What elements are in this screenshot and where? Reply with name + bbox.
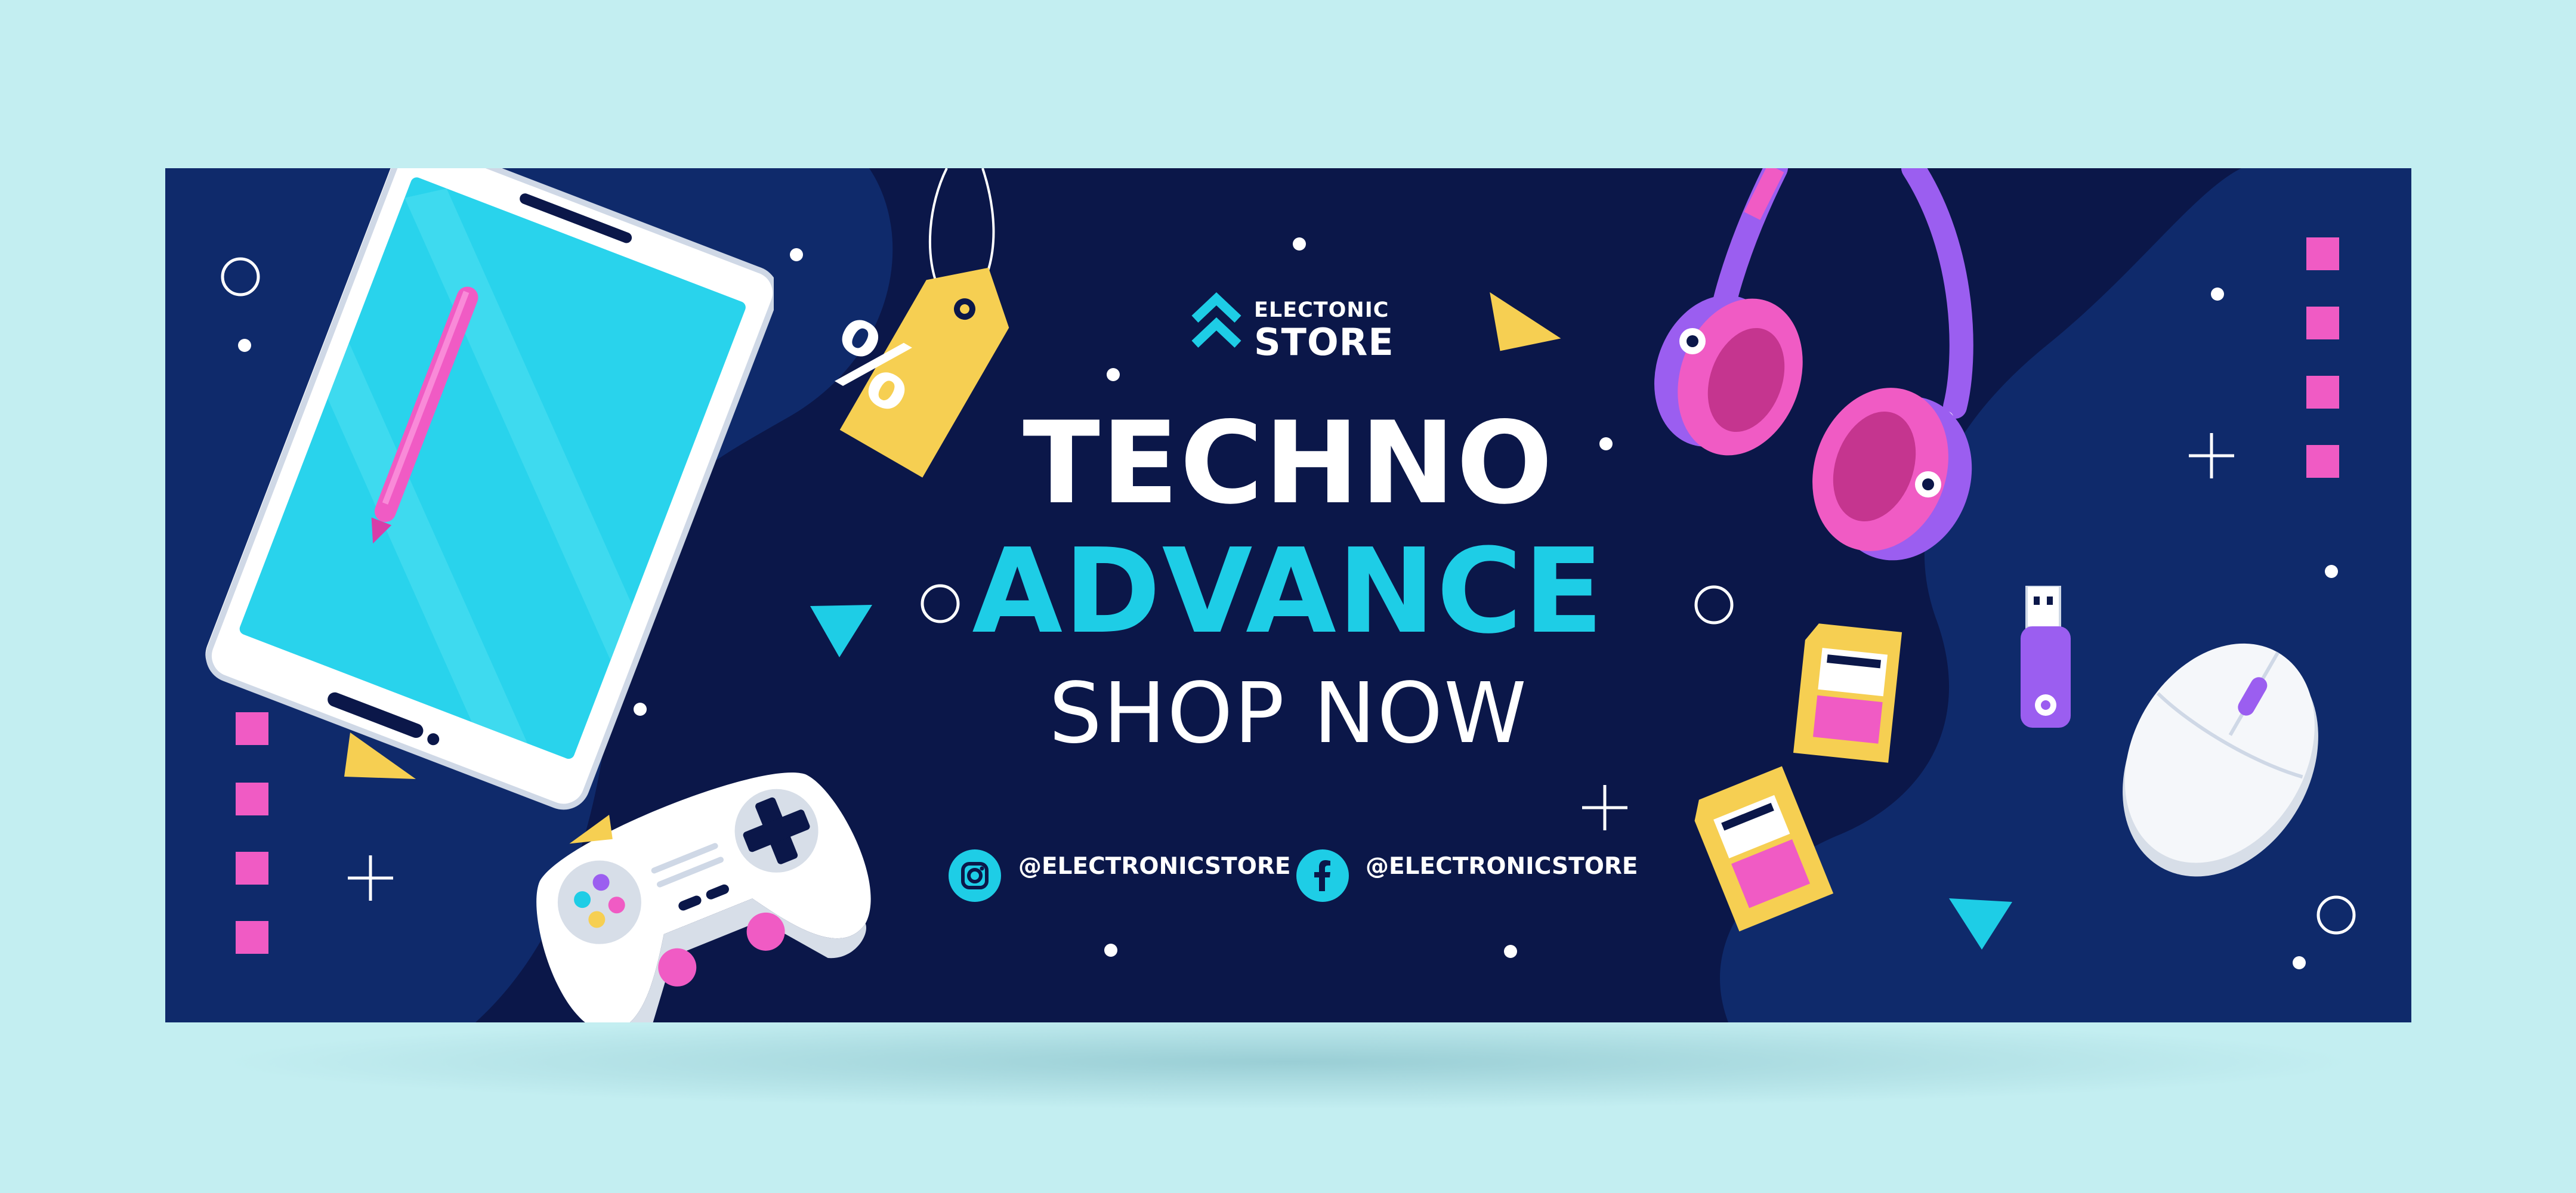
instagram-icon[interactable] bbox=[949, 849, 1001, 902]
headline-line1: TECHNO bbox=[1023, 397, 1554, 529]
brand-line2: STORE bbox=[1254, 320, 1394, 364]
memory-card-illustration-2 bbox=[1694, 766, 1834, 932]
double-chevron-up-icon bbox=[1191, 292, 1241, 348]
page: % ELECTONIC STORE TECHNO ADVANCE SHOP NO… bbox=[0, 0, 2576, 1193]
banner-shadow bbox=[215, 1014, 2362, 1109]
headline-line2: ADVANCE bbox=[972, 524, 1605, 660]
shop-now-cta[interactable]: SHOP NOW bbox=[165, 672, 2411, 756]
promo-banner: % ELECTONIC STORE TECHNO ADVANCE SHOP NO… bbox=[165, 168, 2411, 1022]
instagram-handle[interactable]: @ELECTRONICSTORE bbox=[1018, 853, 1291, 880]
mouse-illustration bbox=[2123, 643, 2318, 877]
brand-line1: ELECTONIC bbox=[1254, 298, 1389, 322]
facebook-handle[interactable]: @ELECTRONICSTORE bbox=[1366, 853, 1638, 880]
facebook-icon[interactable] bbox=[1296, 849, 1349, 902]
